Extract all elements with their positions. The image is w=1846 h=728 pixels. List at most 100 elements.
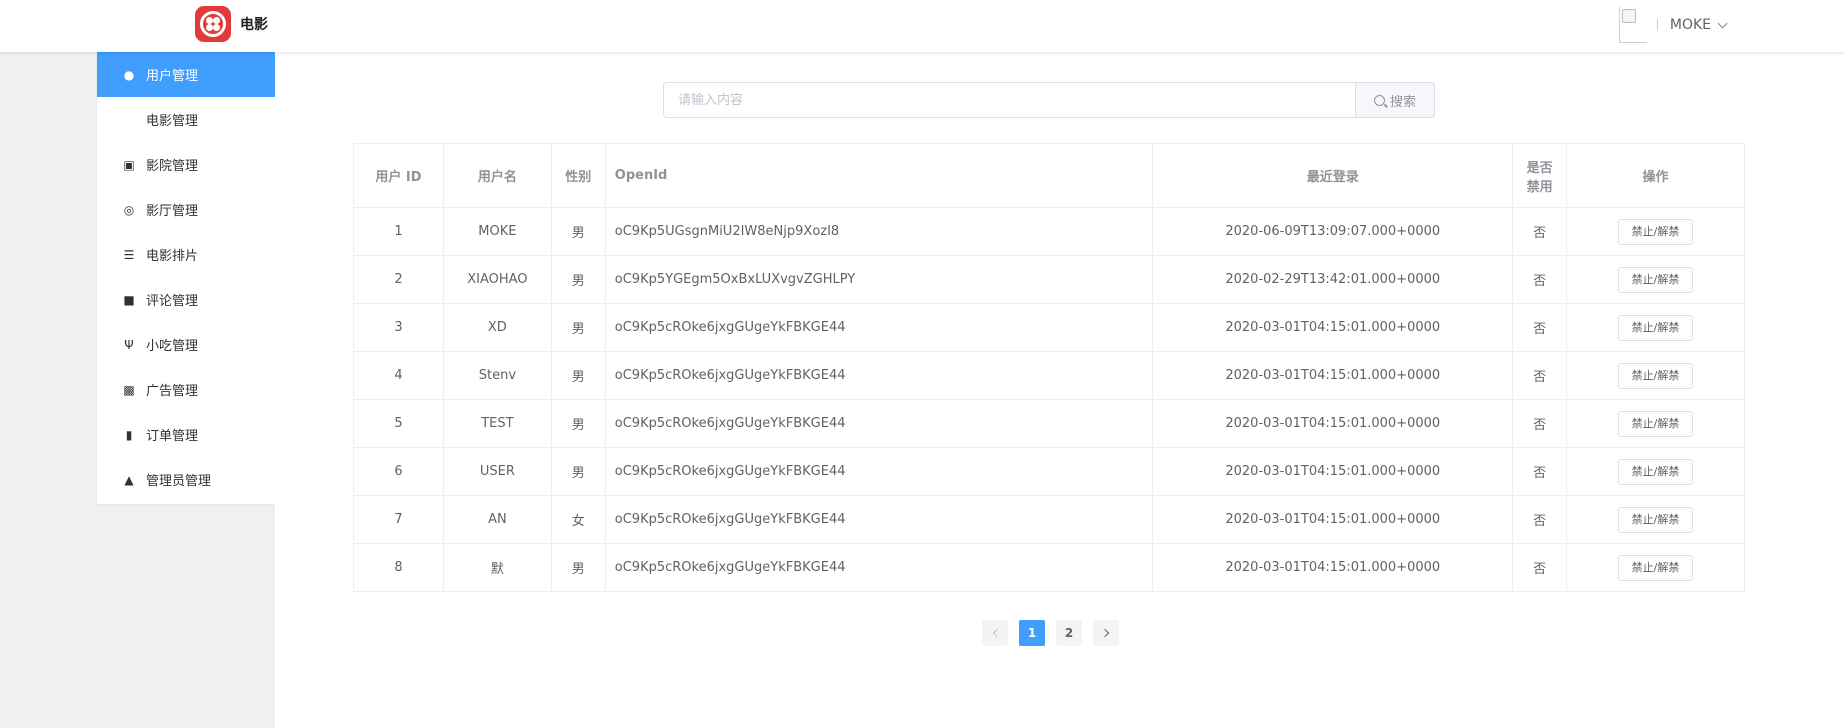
ban-toggle-button[interactable]: 禁止/解禁 — [1618, 506, 1694, 533]
cell-user-id: 1 — [353, 207, 444, 256]
cell-disabled: 否 — [1512, 255, 1568, 304]
ban-toggle-button[interactable]: 禁止/解禁 — [1618, 458, 1694, 485]
sidebar-item-snacks[interactable]: Ψ 小吃管理 — [97, 322, 275, 367]
col-user-id[interactable]: 用户 ID — [353, 143, 444, 208]
ban-toggle-button[interactable]: 禁止/解禁 — [1618, 362, 1694, 389]
cell-username: Stenv — [442, 351, 552, 400]
search-icon — [1373, 94, 1385, 106]
cell-openid: oC9Kp5cROke6jxgGUgeYkFBKGE44 — [604, 543, 1154, 592]
chevron-down-icon[interactable] — [1717, 18, 1728, 28]
col-openid[interactable]: OpenId — [604, 143, 1154, 208]
search-button[interactable]: 搜索 — [1355, 82, 1435, 118]
ban-toggle-button[interactable]: 禁止/解禁 — [1618, 218, 1694, 245]
col-last-login[interactable]: 最近登录 — [1152, 143, 1514, 208]
table-row: 4 Stenv 男 oC9Kp5cROke6jxgGUgeYkFBKGE44 2020-… — [353, 351, 1745, 400]
prev-page-button[interactable] — [982, 620, 1008, 646]
sidebar-item-label: 评论管理 — [146, 294, 199, 309]
ban-toggle-button[interactable]: 禁止/解禁 — [1618, 266, 1694, 293]
cell-gender: 男 — [550, 543, 606, 592]
cell-openid: oC9Kp5UGsgnMiU2IW8eNjp9XozI8 — [604, 207, 1154, 256]
cell-user-id: 8 — [353, 543, 444, 592]
cell-gender: 男 — [550, 207, 606, 256]
ban-toggle-button[interactable]: 禁止/解禁 — [1618, 554, 1694, 581]
cell-gender: 男 — [550, 447, 606, 496]
user-icon: ● — [123, 67, 135, 82]
cell-username: XIAOHAO — [442, 255, 552, 304]
cell-openid: oC9Kp5cROke6jxgGUgeYkFBKGE44 — [604, 399, 1154, 448]
brand[interactable]: 电影 — [195, 6, 268, 42]
sidebar-item-cinemas[interactable]: ▣ 影院管理 — [97, 142, 275, 187]
cell-username: USER — [442, 447, 552, 496]
sidebar-item-label: 广告管理 — [146, 384, 199, 399]
col-actions[interactable]: 操作 — [1566, 143, 1745, 208]
cell-user-id: 3 — [353, 303, 444, 352]
cell-gender: 男 — [550, 399, 606, 448]
divider — [1656, 19, 1658, 31]
cell-actions: 禁止/解禁 — [1566, 303, 1745, 352]
cell-username: MOKE — [442, 207, 552, 256]
sidebar-item-label: 影厅管理 — [146, 204, 199, 219]
search-input[interactable] — [663, 82, 1355, 118]
table-row: 5 TEST 男 oC9Kp5cROke6jxgGUgeYkFBKGE44 2020-0… — [353, 399, 1745, 448]
admin-icon: ▲ — [124, 472, 134, 487]
col-disabled[interactable]: 是否 禁用 — [1512, 143, 1568, 208]
table-row: 8 默男 oC9Kp5cROke6jxgGUgeYkFBKGE44 2020-03-0… — [353, 543, 1745, 592]
comment-icon: ■ — [123, 292, 135, 307]
table-row: 2 XIAOHAO 男 oC9Kp5YGEgm5OxBxLUXvgvZGHLPY 202… — [353, 255, 1745, 304]
sidebar-item-ads[interactable]: ▩ 广告管理 — [97, 367, 275, 412]
sidebar-item-comments[interactable]: ■ 评论管理 — [97, 277, 275, 322]
app-title: 电影 — [240, 17, 268, 33]
chevron-right-icon — [1100, 628, 1109, 638]
cell-openid: oC9Kp5cROke6jxgGUgeYkFBKGE44 — [604, 351, 1154, 400]
cell-disabled: 否 — [1512, 399, 1568, 448]
table-row: 3 XD 男 oC9Kp5cROke6jxgGUgeYkFBKGE44 2020-03-… — [353, 303, 1745, 352]
sidebar-menu: ● 用户管理 电影管理 ▣ 影院管理 ◎ 影厅管理 ☰ 电影排片 ■ 评论管理 … — [97, 52, 275, 504]
cell-username: AN — [442, 495, 552, 544]
cell-openid: oC9Kp5YGEgm5OxBxLUXvgvZGHLPY — [604, 255, 1154, 304]
table-row: 1 MOKE 男 oC9Kp5UGsgnMiU2IW8eNjp9XozI8 2020-0… — [353, 207, 1745, 256]
sidebar-item-admins[interactable]: ▲ 管理员管理 — [97, 457, 275, 502]
cell-gender: 男 — [550, 351, 606, 400]
list-icon: ☰ — [123, 247, 135, 262]
cell-user-id: 4 — [353, 351, 444, 400]
page-button-2[interactable]: 2 — [1056, 620, 1082, 646]
col-username[interactable]: 用户名 — [442, 143, 552, 208]
film-reel-logo-icon — [195, 6, 231, 42]
next-page-button[interactable] — [1093, 620, 1119, 646]
sidebar-item-halls[interactable]: ◎ 影厅管理 — [97, 187, 275, 232]
sidebar-item-movies[interactable]: 电影管理 — [97, 97, 275, 142]
cell-last-login: 2020-03-01T04:15:01.000+0000 — [1152, 399, 1514, 448]
cell-user-id: 2 — [353, 255, 444, 304]
camera-icon: ▣ — [123, 157, 135, 172]
search-button-label: 搜索 — [1389, 94, 1416, 110]
main-content: 搜索 用户 ID 用户名 性别 OpenId 最近登录 是否禁用 操作 1MOK… — [275, 52, 1846, 728]
cell-actions: 禁止/解禁 — [1566, 207, 1745, 256]
users-table: 用户 ID 用户名 性别 OpenId 最近登录 是否 禁用 操作 1 MOKE 男 o… — [353, 143, 1745, 592]
cell-actions: 禁止/解禁 — [1566, 399, 1745, 448]
username[interactable]: MOKE — [1670, 17, 1711, 33]
sidebar-item-label: 用户管理 — [146, 69, 199, 84]
cell-last-login: 2020-03-01T04:15:01.000+0000 — [1152, 495, 1514, 544]
table-header-row: 用户 ID 用户名 性别 OpenId 最近登录 是否 禁用 操作 — [353, 143, 1745, 208]
fork-knife-icon: Ψ — [124, 337, 134, 352]
cell-actions: 禁止/解禁 — [1566, 255, 1745, 304]
cell-actions: 禁止/解禁 — [1566, 495, 1745, 544]
sidebar-item-orders[interactable]: ▮ 订单管理 — [97, 412, 275, 457]
col-gender[interactable]: 性别 — [550, 143, 606, 208]
ban-toggle-button[interactable]: 禁止/解禁 — [1618, 314, 1694, 341]
sidebar-item-label: 订单管理 — [146, 429, 199, 444]
sidebar-item-schedule[interactable]: ☰ 电影排片 — [97, 232, 275, 277]
user-menu[interactable]: MOKE — [1618, 7, 1728, 43]
avatar[interactable] — [1618, 7, 1647, 43]
cell-user-id: 5 — [353, 399, 444, 448]
cell-gender: 男 — [550, 303, 606, 352]
ban-toggle-button[interactable]: 禁止/解禁 — [1618, 410, 1694, 437]
page-button-1[interactable]: 1 — [1019, 620, 1045, 646]
sidebar-item-users[interactable]: ● 用户管理 — [97, 52, 275, 97]
cell-last-login: 2020-06-09T13:09:07.000+0000 — [1152, 207, 1514, 256]
cell-disabled: 否 — [1512, 207, 1568, 256]
cell-gender: 男 — [550, 255, 606, 304]
cell-last-login: 2020-02-29T13:42:01.000+0000 — [1152, 255, 1514, 304]
cell-username: XD — [442, 303, 552, 352]
cell-disabled: 否 — [1512, 447, 1568, 496]
